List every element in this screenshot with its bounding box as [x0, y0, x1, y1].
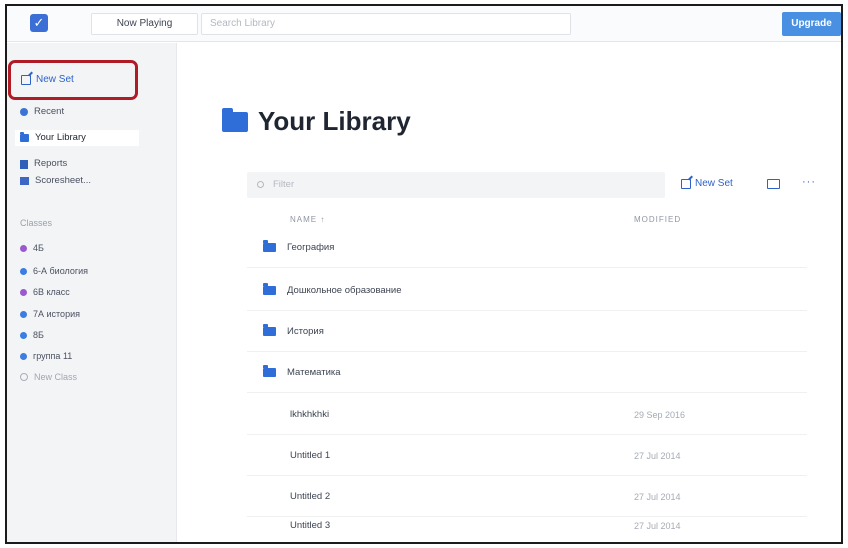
- folder-row[interactable]: История: [247, 312, 807, 352]
- class-item[interactable]: 4Б: [20, 243, 44, 253]
- column-header-modified[interactable]: MODIFIED: [634, 215, 681, 224]
- column-header-name[interactable]: NAME ↑: [290, 215, 325, 224]
- sidebar: New Set Recent Your Library Reports Scor…: [7, 43, 177, 542]
- class-label: 7А история: [33, 309, 80, 319]
- class-item[interactable]: 7А история: [20, 309, 80, 319]
- upgrade-button[interactable]: Upgrade: [782, 12, 841, 36]
- folder-row[interactable]: Математика: [247, 353, 807, 393]
- set-row[interactable]: Untitled 3 27 Jul 2014: [247, 506, 807, 542]
- class-color-dot: [20, 267, 27, 275]
- class-color-dot: [20, 288, 27, 296]
- new-folder-icon[interactable]: [767, 179, 780, 189]
- folder-icon: [222, 107, 248, 132]
- filter-placeholder: Filter: [273, 179, 295, 190]
- folder-row[interactable]: Дошкольное образование: [247, 271, 807, 311]
- sidebar-item-label: Your Library: [35, 132, 86, 143]
- set-modified-date: 27 Jul 2014: [634, 521, 681, 531]
- folder-icon: [263, 324, 276, 336]
- class-color-dot: [20, 244, 27, 252]
- class-item[interactable]: 8Б: [20, 330, 44, 340]
- folder-row[interactable]: География: [247, 228, 807, 268]
- top-bar: ✓ Now Playing Search Library Upgrade: [7, 6, 841, 42]
- sidebar-item-your-library[interactable]: Your Library: [15, 130, 139, 146]
- class-color-dot: [20, 310, 27, 318]
- class-label: 6В класс: [33, 287, 70, 297]
- new-class-button[interactable]: New Class: [20, 372, 77, 382]
- recent-icon: [20, 108, 28, 116]
- now-playing-button[interactable]: Now Playing: [91, 13, 198, 35]
- new-set-icon: [21, 74, 31, 85]
- set-modified-date: 29 Sep 2016: [634, 410, 686, 420]
- sidebar-item-label: Scoresheet...: [35, 175, 91, 186]
- filter-input[interactable]: Filter: [247, 172, 665, 198]
- class-label: 8Б: [33, 330, 44, 340]
- set-row[interactable]: lkhkhkhki 29 Sep 2016: [247, 395, 807, 435]
- sidebar-item-label: Reports: [34, 158, 68, 169]
- scoresheet-icon: [20, 177, 29, 185]
- set-row[interactable]: Untitled 1 27 Jul 2014: [247, 436, 807, 476]
- sidebar-new-set-button[interactable]: New Set: [21, 74, 74, 85]
- class-item[interactable]: 6В класс: [20, 287, 70, 297]
- folder-icon: [263, 365, 276, 377]
- folder-icon: [263, 283, 276, 295]
- page-title: Your Library: [222, 106, 411, 137]
- sidebar-item-scoresheet[interactable]: Scoresheet...: [15, 173, 139, 189]
- app-logo-icon[interactable]: ✓: [30, 14, 48, 32]
- classes-header: Classes: [20, 218, 53, 228]
- folder-name: География: [287, 242, 335, 253]
- sidebar-item-reports[interactable]: Reports: [15, 156, 139, 172]
- report-icon: [20, 159, 28, 169]
- toolbar-new-set-label: New Set: [695, 178, 733, 189]
- toolbar-new-set-button[interactable]: New Set: [681, 178, 733, 189]
- set-name: Untitled 1: [290, 450, 331, 461]
- folder-icon: [263, 240, 276, 252]
- page-title-text: Your Library: [258, 106, 411, 136]
- folder-icon: [20, 132, 29, 142]
- class-label: группа 11: [33, 351, 73, 361]
- set-modified-date: 27 Jul 2014: [634, 451, 681, 461]
- app-window: ✓ Now Playing Search Library Upgrade New…: [5, 4, 843, 544]
- new-set-icon: [681, 178, 691, 189]
- class-color-dot: [20, 352, 27, 360]
- class-item[interactable]: 6-А биология: [20, 266, 88, 276]
- search-icon: [257, 181, 264, 188]
- search-library-input[interactable]: Search Library: [201, 13, 571, 35]
- class-color-dot: [20, 331, 27, 339]
- set-name: lkhkhkhki: [290, 409, 330, 420]
- class-label: 6-А биология: [33, 266, 89, 276]
- sidebar-item-label: Recent: [34, 106, 65, 117]
- new-set-label: New Set: [36, 74, 74, 85]
- plus-icon: [20, 373, 28, 381]
- set-name: Untitled 3: [290, 520, 331, 531]
- folder-name: История: [287, 326, 324, 337]
- more-options-button[interactable]: ···: [802, 176, 816, 188]
- class-label: 4Б: [33, 243, 44, 253]
- sidebar-item-recent[interactable]: Recent: [15, 104, 139, 120]
- folder-name: Дошкольное образование: [287, 285, 402, 296]
- new-class-label: New Class: [34, 372, 78, 382]
- class-item[interactable]: группа 11: [20, 351, 72, 361]
- folder-name: Математика: [287, 367, 341, 378]
